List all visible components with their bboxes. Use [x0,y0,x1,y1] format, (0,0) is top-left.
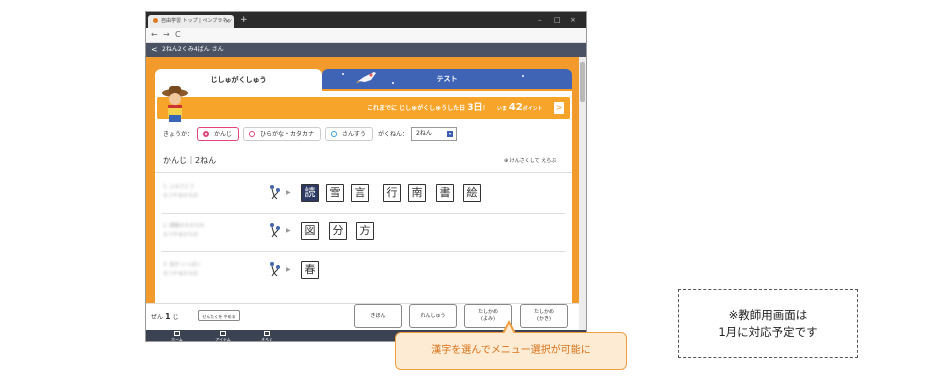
student-name-title: 2ねん2くみ4ばん さん [162,46,224,53]
kanji-card[interactable]: 書 [436,184,454,202]
stroke-order-icon[interactable] [268,184,282,200]
annotation-callout: 漢字を選んでメニュー選択が可能に [395,332,627,370]
subject-kana-label: ひらがな・カタカナ [260,131,315,138]
check-writing-button[interactable]: たしかめ (かき) [520,304,568,328]
app-header: < 2ねん2くみ4ばん さん [146,43,586,57]
nav-items[interactable]: アイテム [208,330,238,341]
subject-math-radio[interactable]: さんすう [325,127,373,141]
divider [162,251,565,252]
banner-message: これまでに じしゅがくしゅうした日 3日！ [367,103,489,113]
unit-title: 3. 音が いっぱい [163,262,201,268]
basic-button[interactable]: きほん [354,304,402,328]
kanji-card[interactable]: 行 [383,184,401,202]
minimize-icon[interactable]: – [538,14,542,26]
character-illustration [162,86,188,122]
clear-selection-button[interactable]: せんたくを やめる [198,310,240,321]
maximize-icon[interactable]: □ [554,14,561,26]
nav-home[interactable]: ホーム [162,330,192,341]
chevron-down-icon: ▾ [447,131,453,137]
kanji-card[interactable]: 分 [329,222,347,240]
scrollbar-thumb[interactable] [580,62,585,102]
browser-nav-bar: ← → C [146,28,586,43]
grade-label: がくねん： [378,131,409,138]
kanji-card[interactable]: 南 [408,184,426,202]
favicon-icon [153,18,158,23]
study-days: 3日 [467,103,483,113]
unit-subtitle: なつやまからの [163,232,199,238]
kanji-card[interactable]: 読 [301,184,319,202]
callout-pointer-fill [504,324,514,334]
radio-unselected-icon [331,131,337,137]
kanji-card[interactable]: 春 [301,261,319,279]
home-icon [174,331,180,336]
subject-kanji-radio[interactable]: かんじ [197,127,239,141]
browser-window: 自由学習 トップ | ペンブラネット × + – □ × ← → C < 2ねん… [145,11,587,342]
section-title: かんじ｜2ねん [163,156,217,165]
note-line-2: 1月に対応予定です [718,324,818,339]
close-tab-icon[interactable]: × [225,15,230,28]
points-value: 42 [508,102,523,113]
divider [162,213,565,214]
records-icon [264,331,270,336]
unit-subtitle: なつやまからの [163,271,199,277]
unit-title: 1. ふるさとう [163,184,195,190]
subject-label: きょうか： [163,131,194,138]
grade-select[interactable]: 2ねん ▾ [411,127,457,141]
kanji-card[interactable]: 雪 [326,184,344,202]
kanji-card[interactable]: 絵 [463,184,481,202]
gift-icon [220,331,226,336]
tab-test[interactable]: テスト [322,69,572,89]
subject-kanji-label: かんじ [214,131,233,138]
forward-arrow-icon[interactable]: → [163,29,170,41]
play-triangle-icon: ▶ [286,189,291,196]
practice-button[interactable]: れんしゅう [409,304,457,328]
divider [155,172,572,173]
search-select-link[interactable]: ⊕ けんさくして えらぶ [504,157,556,165]
reload-icon[interactable]: C [175,29,181,41]
browser-tab[interactable]: 自由学習 トップ | ペンブラネット × [148,15,234,37]
close-window-icon[interactable]: × [570,14,576,26]
points-display: いま 42ポイント [497,102,543,113]
kanji-card[interactable]: 方 [356,222,374,240]
selected-count: ぜん 1 じ [151,312,179,321]
unit-subtitle: なつやまからの [163,193,199,199]
progress-banner: これまでに じしゅがくしゅうした日 3日！ いま 42ポイント > [157,97,570,119]
stroke-order-icon[interactable] [268,261,282,277]
rocket-icon [356,72,376,83]
kanji-card[interactable]: 言 [351,184,369,202]
star-decoration [342,73,344,75]
subject-math-label: さんすう [342,131,366,138]
nav-records[interactable]: きろく [252,330,282,341]
play-triangle-icon: ▶ [286,227,291,234]
selected-count-value: 1 [164,312,171,321]
tab-test-label: テスト [436,75,458,83]
back-chevron-icon[interactable]: < [151,43,158,57]
browser-tab-bar: 自由学習 トップ | ペンブラネット × + – □ × [146,12,586,37]
kanji-card[interactable]: 図 [301,222,319,240]
subject-kana-radio[interactable]: ひらがな・カタカナ [243,127,321,141]
search-icon: ⊕ [504,158,509,164]
search-select-label: けんさくして えらぶ [509,158,557,164]
radio-unselected-icon [249,131,255,137]
grade-value: 2ねん [416,130,432,137]
banner-arrow-button[interactable]: > [554,102,564,114]
radio-selected-icon [203,131,209,137]
star-decoration [392,82,394,84]
note-line-1: ※教師用画面は [728,307,808,322]
teacher-screen-note: ※教師用画面は 1月に対応予定です [678,289,858,358]
star-decoration [522,75,524,77]
stroke-order-icon[interactable] [268,222,282,238]
back-arrow-icon[interactable]: ← [151,29,158,41]
new-tab-button[interactable]: + [240,14,248,26]
unit-title: 2. 細胞のちからの [163,223,205,229]
play-triangle-icon: ▶ [286,266,291,273]
